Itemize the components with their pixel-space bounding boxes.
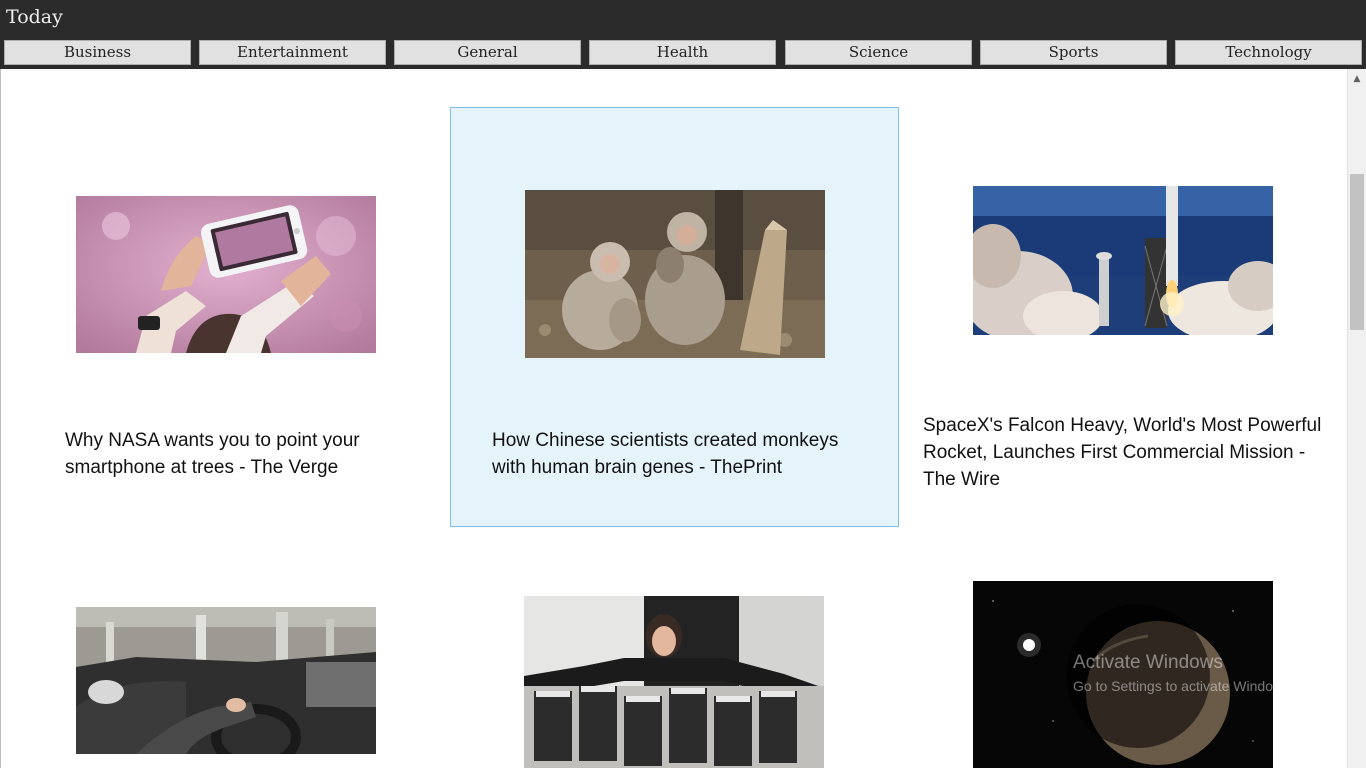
article-image — [525, 190, 825, 358]
category-button-entertainment[interactable]: Entertainment — [199, 40, 386, 65]
news-card[interactable]: Why NASA wants you to point your smartph… — [0, 107, 449, 527]
category-button-technology[interactable]: Technology — [1175, 40, 1362, 65]
app-titlebar: Today — [0, 0, 1366, 36]
news-card[interactable] — [0, 559, 449, 768]
category-button-general[interactable]: General — [394, 40, 581, 65]
article-image — [524, 596, 824, 768]
category-button-science[interactable]: Science — [785, 40, 972, 65]
article-image — [76, 196, 376, 353]
app-title: Today — [6, 6, 63, 28]
article-image — [973, 581, 1273, 768]
news-grid: Why NASA wants you to point your smartph… — [0, 69, 1366, 768]
category-button-sports[interactable]: Sports — [980, 40, 1167, 65]
news-card-selected[interactable]: How Chinese scientists created monkeys w… — [450, 107, 899, 527]
article-image — [973, 186, 1273, 335]
category-bar: Business Entertainment General Health Sc… — [0, 36, 1366, 69]
news-card[interactable] — [899, 559, 1347, 768]
news-card[interactable]: SpaceX's Falcon Heavy, World's Most Powe… — [899, 107, 1347, 527]
news-card[interactable] — [450, 559, 899, 768]
article-headline: How Chinese scientists created monkeys w… — [492, 430, 839, 478]
scrollbar-thumb[interactable] — [1350, 174, 1364, 330]
category-button-business[interactable]: Business — [4, 40, 191, 65]
vertical-scrollbar[interactable]: ▲ — [1347, 69, 1366, 768]
article-headline: Why NASA wants you to point your smartph… — [65, 430, 360, 478]
scroll-up-arrow-icon[interactable]: ▲ — [1348, 69, 1366, 87]
article-headline: SpaceX's Falcon Heavy, World's Most Powe… — [923, 415, 1322, 490]
category-button-health[interactable]: Health — [589, 40, 776, 65]
article-image — [76, 607, 376, 754]
